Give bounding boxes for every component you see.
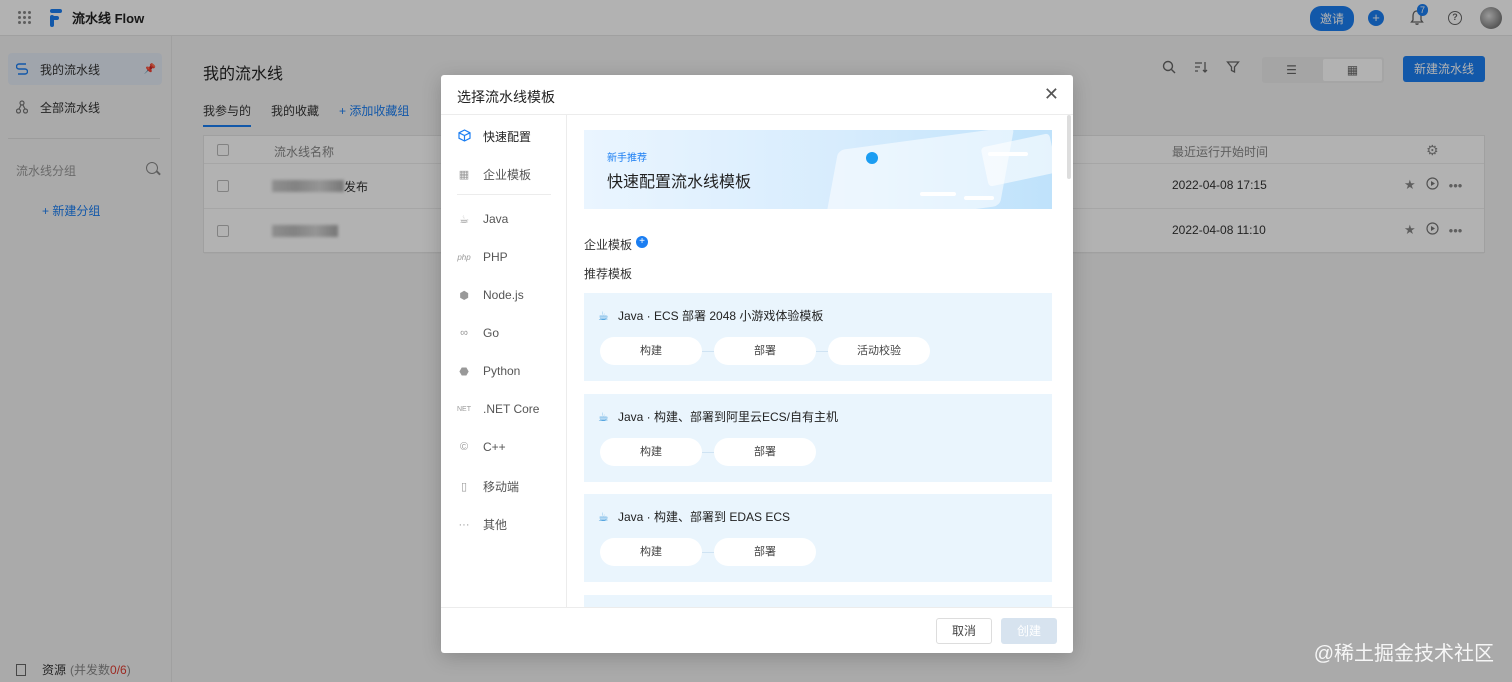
category-label: .NET Core: [483, 402, 540, 416]
enterprise-template-label: 企业模板: [584, 238, 633, 252]
category-label: Java: [483, 212, 509, 226]
close-icon[interactable]: ✕: [1044, 84, 1059, 105]
template-card[interactable]: [584, 595, 1052, 607]
category-divider: [457, 194, 551, 195]
cube-icon: [457, 128, 471, 145]
stage-pill: 部署: [714, 438, 816, 466]
quick-config-banner[interactable]: 新手推荐 快速配置流水线模板: [584, 130, 1052, 209]
banner-title: 快速配置流水线模板: [607, 174, 752, 191]
template-card[interactable]: ☕ Java · 构建、部署到阿里云ECS/自有主机 构建 部署: [584, 394, 1052, 482]
category-php[interactable]: php PHP: [457, 250, 508, 264]
banner-pill: [988, 152, 1028, 156]
category-label: Python: [483, 364, 521, 378]
category-label: Go: [483, 326, 500, 340]
stage-pill: 部署: [714, 337, 816, 365]
mobile-icon: ▯: [460, 481, 468, 493]
java-icon: ☕: [598, 308, 609, 323]
template-title: Java · 构建、部署到 EDAS ECS: [618, 510, 791, 524]
more-icon: ···: [458, 518, 470, 531]
category-label: C++: [483, 440, 506, 454]
cpp-icon: ©: [459, 441, 469, 453]
category-enterprise[interactable]: ▦ 企业模板: [457, 166, 531, 183]
category-nodejs[interactable]: ⬢ Node.js: [457, 288, 524, 302]
dotnet-icon: NET: [457, 405, 471, 413]
category-go[interactable]: ∞ Go: [457, 326, 499, 340]
create-button[interactable]: 创建: [1001, 618, 1057, 644]
banner-dot: [866, 152, 878, 164]
template-title: Java · 构建、部署到阿里云ECS/自有主机: [618, 410, 839, 424]
stage-pill: 构建: [600, 438, 702, 466]
scrollbar[interactable]: [1067, 115, 1071, 179]
banner-tag: 新手推荐: [607, 153, 647, 164]
modal-title: 选择流水线模板: [457, 89, 555, 105]
stage-pill: 构建: [600, 337, 702, 365]
stage-connector: [702, 551, 714, 553]
modal-footer-divider: [441, 607, 1073, 608]
stage-connector: [816, 350, 828, 352]
add-enterprise-template-icon[interactable]: +: [636, 236, 648, 248]
category-label: 其他: [483, 518, 508, 532]
grid-icon: ▦: [458, 169, 470, 181]
stage-pill: 构建: [600, 538, 702, 566]
category-cpp[interactable]: © C++: [457, 440, 506, 454]
java-icon: ☕: [598, 509, 609, 524]
category-java[interactable]: ☕ Java: [457, 212, 508, 226]
category-label: 移动端: [483, 480, 520, 494]
template-card[interactable]: ☕ Java · 构建、部署到 EDAS ECS 构建 部署: [584, 494, 1052, 582]
template-categories: 快速配置 ▦ 企业模板 ☕ Java php PHP ⬢ Node.js ∞ G…: [441, 115, 567, 607]
template-list: 新手推荐 快速配置流水线模板 企业模板 + 推荐模板 ☕ Java · ECS …: [568, 115, 1063, 607]
stage-pill: 活动校验: [828, 337, 930, 365]
stage-pill: 部署: [714, 538, 816, 566]
python-icon: ⬣: [459, 365, 469, 378]
category-label: Node.js: [483, 288, 524, 302]
watermark: @稀土掘金技术社区: [1313, 643, 1494, 665]
stage-connector: [702, 451, 714, 453]
category-dotnet[interactable]: NET .NET Core: [457, 402, 539, 416]
java-icon: ☕: [459, 213, 469, 226]
category-python[interactable]: ⬣ Python: [457, 364, 520, 378]
nodejs-icon: ⬢: [459, 289, 469, 302]
java-icon: ☕: [598, 409, 609, 424]
category-label: 快速配置: [483, 130, 532, 144]
cancel-button[interactable]: 取消: [936, 618, 992, 644]
template-title: Java · ECS 部署 2048 小游戏体验模板: [618, 309, 824, 323]
template-card[interactable]: ☕ Java · ECS 部署 2048 小游戏体验模板 构建 部署 活动校验: [584, 293, 1052, 381]
category-mobile[interactable]: ▯ 移动端: [457, 478, 519, 495]
banner-pill: [964, 196, 994, 200]
php-icon: php: [457, 252, 471, 262]
go-icon: ∞: [460, 327, 468, 339]
category-label: PHP: [483, 250, 508, 264]
category-other[interactable]: ··· 其他: [457, 516, 508, 533]
category-label: 企业模板: [483, 168, 532, 182]
category-quick-config[interactable]: 快速配置: [457, 128, 531, 145]
template-modal: 选择流水线模板 ✕ 快速配置 ▦ 企业模板 ☕ Java php PHP ⬢ N…: [441, 75, 1073, 653]
stage-connector: [702, 350, 714, 352]
recommended-template-label: 推荐模板: [584, 267, 633, 281]
banner-pill: [920, 192, 956, 196]
